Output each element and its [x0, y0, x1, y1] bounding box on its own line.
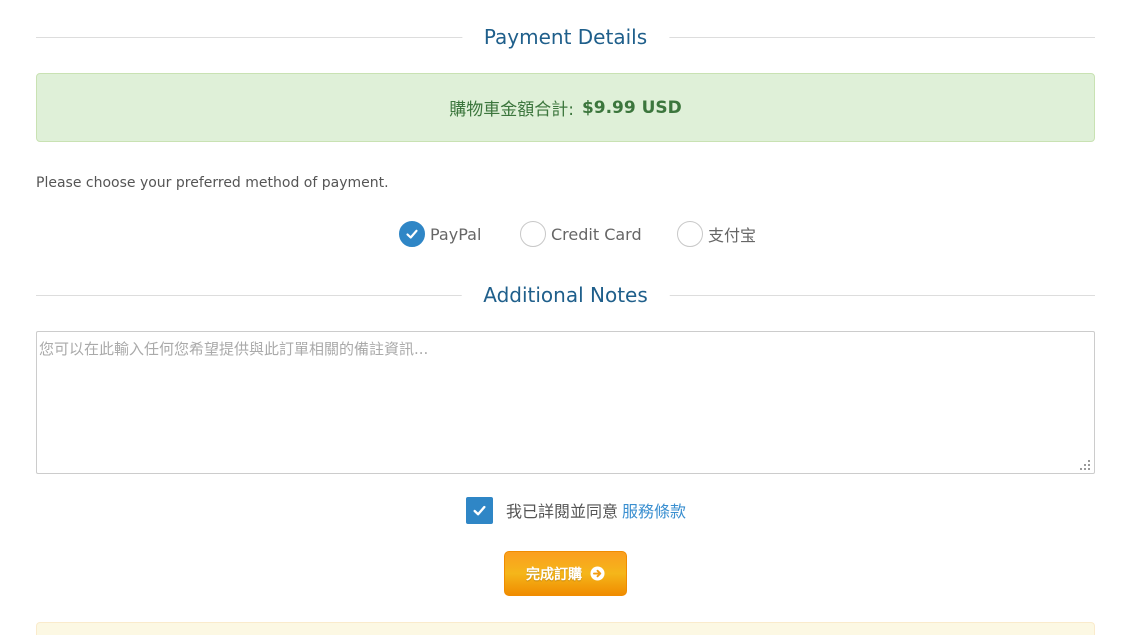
order-notes-textarea[interactable]	[36, 331, 1095, 474]
additional-notes-heading: Additional Notes	[36, 280, 1095, 310]
cart-total-amount: $9.99 USD	[581, 97, 682, 118]
terms-of-service-link[interactable]: 服務條款	[622, 498, 686, 522]
arrow-circle-right-icon	[590, 566, 605, 581]
payment-method-label: PayPal	[430, 224, 482, 244]
payment-method-credit-card[interactable]: Credit Card	[520, 219, 642, 249]
payment-details-title: Payment Details	[461, 22, 670, 52]
radio-checked-icon[interactable]	[399, 221, 425, 247]
payment-method-paypal[interactable]: PayPal	[399, 219, 481, 249]
checkout-page: Payment Details 購物車金額合計: $9.99 USD Pleas…	[0, 0, 1131, 635]
complete-order-label: 完成訂購	[526, 566, 582, 583]
payment-method-alipay[interactable]: 支付宝	[677, 219, 756, 249]
cart-total-label: 購物車金額合計:	[449, 100, 574, 120]
payment-method-instructions: Please choose your preferred method of p…	[36, 175, 389, 191]
resize-handle-icon[interactable]	[1080, 460, 1091, 471]
terms-agreement-text: 我已詳閱並同意	[506, 502, 619, 521]
radio-unchecked-icon[interactable]	[520, 221, 546, 247]
checkmark-icon	[473, 505, 486, 515]
radio-unchecked-icon[interactable]	[677, 221, 703, 247]
payment-method-group: PayPal Credit Card 支付宝	[0, 219, 1131, 249]
complete-order-button[interactable]: 完成訂購	[504, 551, 627, 596]
notice-box	[36, 622, 1095, 635]
terms-checkbox[interactable]	[466, 496, 493, 524]
payment-method-label: Credit Card	[551, 224, 642, 244]
cart-total-alert: 購物車金額合計: $9.99 USD	[36, 73, 1095, 142]
terms-agreement: 我已詳閱並同意 服務條款	[466, 496, 686, 524]
payment-method-label: 支付宝	[708, 226, 757, 245]
payment-details-heading: Payment Details	[36, 22, 1095, 52]
additional-notes-title: Additional Notes	[461, 280, 670, 310]
